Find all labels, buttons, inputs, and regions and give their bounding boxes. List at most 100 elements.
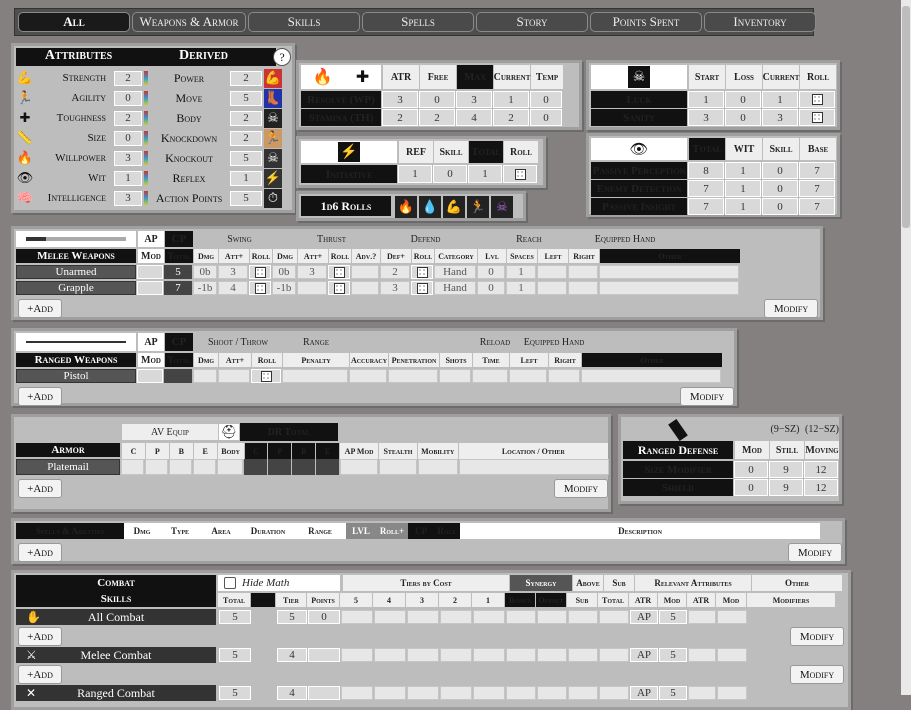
roll-button[interactable]	[328, 281, 350, 295]
row-value[interactable]: 12	[804, 479, 838, 496]
armor-add-button[interactable]: +Add	[18, 479, 62, 498]
empty-cell[interactable]	[341, 610, 373, 624]
tab-skills[interactable]: Skills	[248, 12, 360, 32]
weapon-name[interactable]: Grapple	[16, 281, 136, 295]
dice-icon[interactable]	[333, 282, 345, 294]
empty-cell[interactable]	[341, 686, 373, 700]
empty-cell[interactable]	[537, 281, 567, 295]
dice-icon[interactable]	[333, 266, 345, 278]
row-value[interactable]: 0	[734, 479, 768, 496]
row-value[interactable]: 3	[762, 109, 798, 126]
skill-total[interactable]: 5	[219, 686, 251, 700]
melee-def-value[interactable]: 3	[380, 281, 410, 295]
skill-points[interactable]	[308, 648, 340, 662]
melee-satt-value[interactable]: 3	[218, 265, 248, 279]
ap-mod-value[interactable]	[137, 281, 163, 295]
tab-all[interactable]: All	[18, 12, 130, 32]
dice-icon[interactable]	[254, 266, 266, 278]
row-value[interactable]: 2	[382, 109, 418, 126]
melee-cat-value[interactable]: Hand	[434, 265, 476, 279]
skill-tier[interactable]: 4	[277, 686, 307, 700]
roll-button[interactable]	[249, 281, 271, 295]
empty-cell[interactable]	[316, 459, 339, 475]
derived-value[interactable]: 5	[230, 190, 262, 206]
melee-tatt-value[interactable]	[297, 281, 327, 295]
empty-cell[interactable]	[472, 369, 508, 383]
row-value[interactable]: 1	[493, 91, 529, 108]
empty-cell[interactable]	[440, 610, 472, 624]
dice-icon[interactable]	[514, 168, 526, 180]
melee-sdmg-value[interactable]: 0b	[193, 265, 217, 279]
empty-cell[interactable]	[439, 369, 471, 383]
derived-value[interactable]: 2	[230, 110, 262, 126]
empty-cell[interactable]	[688, 648, 716, 662]
empty-cell[interactable]	[506, 648, 536, 662]
roll-button[interactable]	[411, 265, 433, 279]
empty-cell[interactable]	[717, 648, 747, 662]
armor-name[interactable]: Platemail	[16, 459, 120, 475]
empty-cell[interactable]	[717, 686, 747, 700]
empty-cell[interactable]	[548, 369, 580, 383]
empty-cell[interactable]	[121, 459, 144, 475]
roll-button[interactable]	[411, 281, 433, 295]
skull-roll-icon[interactable]: ☠	[491, 196, 513, 218]
row-value[interactable]: 9	[769, 479, 803, 496]
row-value[interactable]: 3	[456, 91, 492, 108]
combat-modify-button[interactable]: Modify	[790, 627, 844, 646]
empty-cell[interactable]	[374, 686, 406, 700]
attribute-value[interactable]: 2	[114, 110, 142, 126]
empty-cell[interactable]	[351, 281, 379, 295]
row-value[interactable]: 7	[688, 180, 724, 197]
empty-cell[interactable]	[407, 648, 439, 662]
roll-button[interactable]	[249, 265, 271, 279]
tab-weapons-armor[interactable]: Weapons & Armor	[132, 12, 246, 32]
skill-atr[interactable]: AP	[630, 610, 658, 624]
empty-cell[interactable]	[568, 610, 598, 624]
melee-cat-value[interactable]: Hand	[434, 281, 476, 295]
row-value[interactable]: 12	[804, 461, 838, 478]
row-value[interactable]: 2	[493, 109, 529, 126]
attribute-value[interactable]: 0	[114, 130, 142, 146]
dice-icon[interactable]	[811, 94, 823, 105]
row-value[interactable]: 0	[530, 91, 562, 108]
empty-cell[interactable]	[568, 648, 598, 662]
empty-cell[interactable]	[459, 459, 609, 475]
empty-cell[interactable]	[506, 610, 536, 624]
row-value[interactable]: 1	[725, 180, 761, 197]
attribute-value[interactable]: 2	[114, 70, 142, 86]
weapon-name[interactable]: Pistol	[16, 369, 136, 383]
empty-cell[interactable]	[473, 610, 505, 624]
empty-cell[interactable]	[473, 686, 505, 700]
row-value[interactable]: 1	[725, 198, 761, 215]
derived-value[interactable]: 5	[230, 90, 262, 106]
skill-mod[interactable]: 5	[659, 648, 687, 662]
combat-skill-name[interactable]: ⚔ Melee Combat	[16, 647, 216, 663]
empty-cell[interactable]	[341, 648, 373, 662]
skill-atr[interactable]: AP	[630, 686, 658, 700]
initiative-value[interactable]: 1	[468, 165, 502, 183]
skill-tier[interactable]: 5	[277, 610, 307, 624]
melee-satt-value[interactable]: 4	[218, 281, 248, 295]
empty-cell[interactable]	[537, 610, 567, 624]
melee-tdmg-value[interactable]: -1b	[272, 281, 296, 295]
scrollbar-thumb[interactable]	[902, 6, 910, 228]
roll-button[interactable]	[328, 265, 350, 279]
empty-cell[interactable]	[374, 610, 406, 624]
melee-sdmg-value[interactable]: -1b	[193, 281, 217, 295]
row-value[interactable]: 4	[456, 109, 492, 126]
empty-cell[interactable]	[268, 459, 291, 475]
row-value[interactable]: 0	[762, 180, 798, 197]
combat-modify-button[interactable]: Modify	[790, 665, 844, 684]
tab-spells[interactable]: Spells	[362, 12, 474, 32]
empty-cell[interactable]	[282, 369, 348, 383]
row-value[interactable]: 9	[769, 461, 803, 478]
row-value[interactable]: 2	[419, 109, 455, 126]
melee-add-button[interactable]: +Add	[18, 299, 62, 318]
tab-story[interactable]: Story	[476, 12, 588, 32]
skill-points[interactable]: 0	[308, 610, 340, 624]
skill-total[interactable]: 5	[219, 648, 251, 662]
ranged-modify-button[interactable]: Modify	[680, 387, 734, 406]
weapon-name[interactable]: Unarmed	[16, 265, 136, 279]
empty-cell[interactable]	[599, 648, 629, 662]
empty-cell[interactable]	[193, 459, 216, 475]
